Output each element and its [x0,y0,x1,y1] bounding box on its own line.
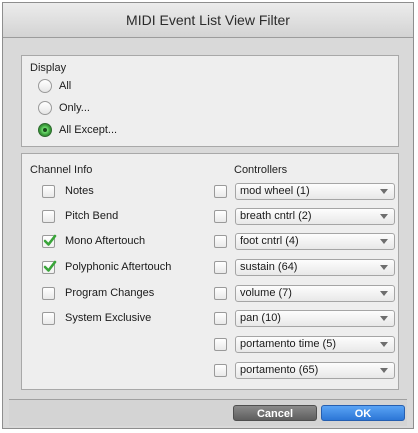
controllers-label: Controllers [234,164,288,176]
channel-item-mono-aftertouch[interactable]: Mono Aftertouch [42,231,145,251]
pitch-bend-label: Pitch Bend [65,210,119,222]
controller-select[interactable]: portamento (65) [235,361,395,379]
controller-value: mod wheel (1) [240,185,310,197]
channel-panel: Channel Info Controllers Notes Pitch Ben… [21,153,399,390]
controller-value: volume (7) [240,287,292,299]
controller-select[interactable]: foot cntrl (4) [235,232,395,250]
controller-row: portamento time (5) [214,334,395,354]
controller-select[interactable]: pan (10) [235,309,395,327]
pitch-bend-checkbox[interactable] [42,209,55,223]
display-option-only[interactable]: Only... [38,98,90,118]
controller-value: sustain (64) [240,261,298,273]
radio-all-label: All [59,80,72,92]
radio-only-label: Only... [59,102,90,114]
notes-label: Notes [65,185,94,197]
controller-checkbox[interactable] [214,337,227,351]
controller-value: pan (10) [240,312,281,324]
chevron-down-icon [380,238,388,244]
chevron-down-icon [380,315,388,321]
controller-value: portamento (65) [240,364,319,376]
controller-select[interactable]: mod wheel (1) [235,182,395,200]
controller-checkbox[interactable] [214,260,227,274]
controller-checkbox[interactable] [214,184,227,198]
chevron-down-icon [380,341,388,347]
controller-select[interactable]: sustain (64) [235,258,395,276]
channel-item-program-changes[interactable]: Program Changes [42,283,154,303]
polyphonic-aftertouch-label: Polyphonic Aftertouch [65,261,172,273]
controller-checkbox[interactable] [214,209,227,223]
display-label: Display [30,62,67,74]
display-panel: Display All Only... All Except... [21,55,399,147]
checkmark-icon [43,234,57,246]
controller-select[interactable]: breath cntrl (2) [235,207,395,225]
controller-select[interactable]: volume (7) [235,284,395,302]
notes-checkbox[interactable] [42,184,55,198]
controller-row: breath cntrl (2) [214,206,395,226]
program-changes-label: Program Changes [65,287,155,299]
controller-row: sustain (64) [214,257,395,277]
controller-row: mod wheel (1) [214,181,395,201]
chevron-down-icon [380,290,388,296]
radio-only[interactable] [38,101,52,115]
channel-info-label: Channel Info [30,164,93,176]
channel-item-pitch-bend[interactable]: Pitch Bend [42,206,118,226]
channel-item-polyphonic-aftertouch[interactable]: Polyphonic Aftertouch [42,257,171,277]
cancel-button[interactable]: Cancel [233,405,317,421]
ok-button[interactable]: OK [321,405,405,421]
controller-select[interactable]: portamento time (5) [235,335,395,353]
mono-aftertouch-checkbox[interactable] [42,234,57,248]
channel-item-system-exclusive[interactable]: System Exclusive [42,308,151,328]
channel-item-notes[interactable]: Notes [42,181,94,201]
chevron-down-icon [380,264,388,270]
controller-row: foot cntrl (4) [214,231,395,251]
radio-all[interactable] [38,79,52,93]
display-option-all[interactable]: All [38,76,71,96]
window-title: MIDI Event List View Filter [3,3,413,38]
polyphonic-aftertouch-checkbox[interactable] [42,260,57,274]
controller-row: pan (10) [214,308,395,328]
chevron-down-icon [380,367,388,373]
radio-all-except[interactable] [38,123,52,137]
filter-dialog: MIDI Event List View Filter Display All … [2,2,414,429]
controller-value: breath cntrl (2) [240,210,312,222]
controller-row: portamento (65) [214,360,395,380]
controller-checkbox[interactable] [214,286,227,300]
controller-checkbox[interactable] [214,234,227,248]
controller-checkbox[interactable] [214,363,227,377]
controller-checkbox[interactable] [214,311,227,325]
mono-aftertouch-label: Mono Aftertouch [65,235,146,247]
checkmark-icon [43,260,57,272]
program-changes-checkbox[interactable] [42,286,55,300]
system-exclusive-label: System Exclusive [65,312,152,324]
controller-row: volume (7) [214,283,395,303]
radio-all-except-label: All Except... [59,124,118,136]
chevron-down-icon [380,213,388,219]
display-option-all-except[interactable]: All Except... [38,120,117,140]
controller-value: portamento time (5) [240,338,336,350]
system-exclusive-checkbox[interactable] [42,311,55,325]
chevron-down-icon [380,188,388,194]
controller-value: foot cntrl (4) [240,235,299,247]
